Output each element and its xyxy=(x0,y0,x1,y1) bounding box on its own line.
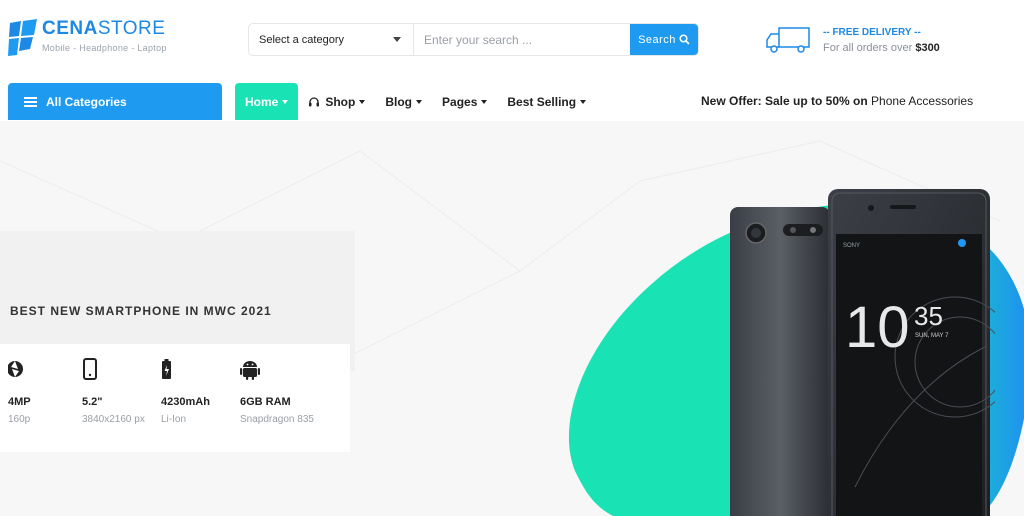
main-nav: All Categories Home Shop Blog Pages Best… xyxy=(0,83,1024,121)
chevron-down-icon xyxy=(481,99,488,104)
nav-item-blog[interactable]: Blog xyxy=(375,83,432,120)
hamburger-icon xyxy=(24,96,37,107)
spec-camera-value: 4MP xyxy=(8,396,31,408)
search-bar: Select a category Search xyxy=(248,23,699,56)
delivery-title: -- FREE DELIVERY -- xyxy=(823,26,921,38)
phone-clock-date: SUN, MAY 7 xyxy=(915,333,949,339)
phone-clock-hour: 10 xyxy=(845,295,910,360)
spec-battery-detail: Li-Ion xyxy=(161,414,187,425)
chevron-down-icon xyxy=(282,99,289,104)
offer-bold-text: New Offer: Sale up to 50% on xyxy=(701,94,868,108)
chevron-down-icon xyxy=(416,99,423,104)
chevron-down-icon xyxy=(359,99,366,104)
spec-camera: 4MP 160p xyxy=(7,358,31,425)
nav-item-pages[interactable]: Pages xyxy=(432,83,497,120)
android-icon xyxy=(240,361,260,380)
delivery-subtitle: For all orders over $300 xyxy=(823,42,940,54)
logo-tagline: Mobile - Headphone - Laptop xyxy=(42,43,167,53)
nav-item-blog-label: Blog xyxy=(385,94,413,109)
spec-battery-value: 4230mAh xyxy=(161,396,210,408)
search-input[interactable] xyxy=(414,24,630,55)
delivery-truck-icon xyxy=(766,27,810,53)
camera-aperture-icon xyxy=(7,361,23,377)
site-header: CENASTORE Mobile - Headphone - Laptop Se… xyxy=(0,0,1024,80)
search-icon xyxy=(679,34,690,45)
nav-item-pages-label: Pages xyxy=(442,94,478,109)
spec-screen: 5.2" 3840x2160 px xyxy=(82,358,145,425)
spec-screen-detail: 3840x2160 px xyxy=(82,414,145,425)
spec-camera-detail: 160p xyxy=(8,414,31,425)
delivery-amount: $300 xyxy=(915,41,940,54)
spec-battery: 4230mAh Li-Ion xyxy=(161,358,210,425)
phone-clock-minute: 35 xyxy=(914,301,943,331)
spec-screen-value: 5.2" xyxy=(82,396,103,408)
hero-banner: SONY 10 35 SUN, MAY 7 BEST NEW SMARTPHON… xyxy=(0,121,1024,516)
new-offer-text[interactable]: New Offer: Sale up to 50% on Phone Acces… xyxy=(701,94,973,108)
smartphone-icon xyxy=(83,358,97,380)
nav-item-home[interactable]: Home xyxy=(235,83,299,120)
spec-memory-detail: Snapdragon 835 xyxy=(240,414,314,425)
nav-menu: Home Shop Blog Pages Best Selling xyxy=(235,83,596,120)
spec-memory-value: 6GB RAM xyxy=(240,396,291,408)
free-delivery-banner: -- FREE DELIVERY -- For all orders over … xyxy=(765,26,940,54)
svg-text:SONY: SONY xyxy=(843,243,860,249)
delivery-subtitle-text: For all orders over xyxy=(823,41,913,54)
chevron-down-icon xyxy=(393,37,401,42)
logo-mark-icon xyxy=(8,19,37,56)
headset-icon xyxy=(309,96,320,106)
logo-bold-text: CENA xyxy=(42,18,98,39)
hero-subtitle: BEST NEW SMARTPHONE IN MWC 2021 xyxy=(10,304,272,318)
search-button[interactable]: Search xyxy=(630,24,698,55)
logo-light-text: STORE xyxy=(97,18,166,39)
store-logo[interactable]: CENASTORE Mobile - Headphone - Laptop xyxy=(8,19,167,57)
search-button-label: Search xyxy=(638,33,676,46)
spec-memory: 6GB RAM Snapdragon 835 xyxy=(240,358,314,425)
nav-item-best-selling[interactable]: Best Selling xyxy=(497,83,596,120)
nav-item-best-selling-label: Best Selling xyxy=(507,94,577,109)
battery-charging-icon xyxy=(162,359,171,379)
category-select-label: Select a category xyxy=(259,33,344,46)
smartphone-product-image: SONY 10 35 SUN, MAY 7 xyxy=(730,189,995,516)
category-select[interactable]: Select a category xyxy=(249,24,414,55)
offer-category-text: Phone Accessories xyxy=(871,94,974,108)
logo-wordmark: CENASTORE xyxy=(42,19,167,39)
chevron-down-icon xyxy=(580,99,587,104)
all-categories-label: All Categories xyxy=(46,94,127,109)
nav-item-home-label: Home xyxy=(245,94,279,109)
all-categories-button[interactable]: All Categories xyxy=(8,83,222,120)
specs-panel: 4MP 160p 5.2" 3840x2160 px 4230mAh Li-Io… xyxy=(0,344,350,452)
nav-item-shop[interactable]: Shop xyxy=(298,83,375,120)
nav-item-shop-label: Shop xyxy=(325,94,356,109)
